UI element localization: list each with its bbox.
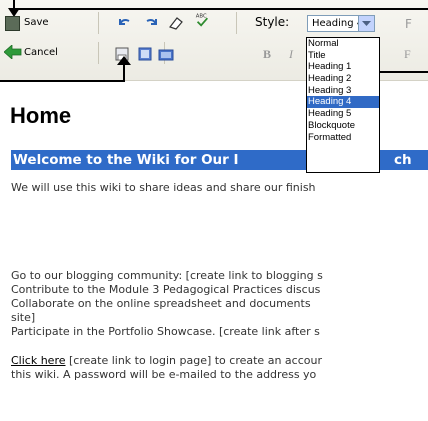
style-dropdown-list[interactable]: Normal Title Heading 1 Heading 2 Heading… [306, 37, 380, 173]
password-line: this wiki. A password will be e-mailed t… [11, 368, 317, 381]
dropdown-option-blockquote[interactable]: Blockquote [307, 120, 379, 132]
italic-button[interactable]: I [289, 47, 293, 62]
annotation-arrow-top [13, 8, 428, 10]
login-line-text: [create link to login page] to create an… [65, 354, 322, 367]
dropdown-option-heading-5[interactable]: Heading 5 [307, 108, 379, 120]
line-module3: Contribute to the Module 3 Pedagogical P… [11, 283, 321, 296]
image-icon[interactable] [158, 47, 174, 63]
dropdown-option-heading-2[interactable]: Heading 2 [307, 73, 379, 85]
spellcheck-icon[interactable]: ABC [194, 12, 210, 28]
click-here-link[interactable]: Click here [11, 354, 66, 367]
dropdown-option-heading-4[interactable]: Heading 4 [307, 96, 379, 109]
format-icon[interactable]: F [404, 16, 420, 32]
welcome-heading-text: Welcome to the Wiki for Our I [13, 152, 239, 168]
dropdown-option-heading-3[interactable]: Heading 3 [307, 85, 379, 97]
eraser-icon[interactable] [168, 15, 184, 31]
toolbar-separator [98, 42, 99, 64]
toolbar-separator [236, 12, 237, 34]
cancel-arrow-icon[interactable] [4, 45, 22, 59]
toolbar-separator [98, 12, 99, 34]
annotation-arrow-right [375, 71, 428, 73]
line-blogging: Go to our blogging community: [create li… [11, 269, 323, 282]
redo-icon[interactable] [144, 15, 160, 31]
save-icon[interactable] [5, 16, 20, 31]
page-title: Home [10, 103, 72, 128]
svg-text:ABC: ABC [196, 13, 207, 19]
login-line: Click here [create link to login page] t… [11, 354, 322, 368]
style-label: Style: [255, 15, 290, 29]
welcome-heading-tail: ch [394, 152, 412, 168]
font-button[interactable]: F [404, 47, 411, 62]
annotation-arrow-left [0, 80, 124, 82]
page-icon[interactable] [137, 46, 153, 62]
dropdown-option-formatted[interactable]: Formatted [307, 132, 379, 144]
line-site: site] [11, 311, 36, 324]
cancel-button[interactable]: Cancel [24, 47, 58, 58]
annotation-arrowhead-up [117, 56, 131, 65]
line-portfolio: Participate in the Portfolio Showcase. [… [11, 325, 320, 338]
annotation-arrow-left-stem [123, 64, 125, 82]
style-select[interactable]: Heading 4 [307, 15, 375, 32]
chevron-down-icon[interactable] [358, 16, 374, 31]
undo-icon[interactable] [116, 15, 132, 31]
dropdown-option-heading-1[interactable]: Heading 1 [307, 61, 379, 73]
line-collaborate: Collaborate on the online spreadsheet an… [11, 297, 311, 310]
style-select-value: Heading 4 [312, 18, 364, 29]
svg-text:F: F [405, 17, 412, 31]
dropdown-option-title[interactable]: Title [307, 50, 379, 62]
dropdown-option-normal[interactable]: Normal [307, 38, 379, 50]
bold-button[interactable]: B [263, 47, 271, 62]
save-button[interactable]: Save [24, 17, 49, 28]
intro-text: We will use this wiki to share ideas and… [11, 181, 316, 194]
